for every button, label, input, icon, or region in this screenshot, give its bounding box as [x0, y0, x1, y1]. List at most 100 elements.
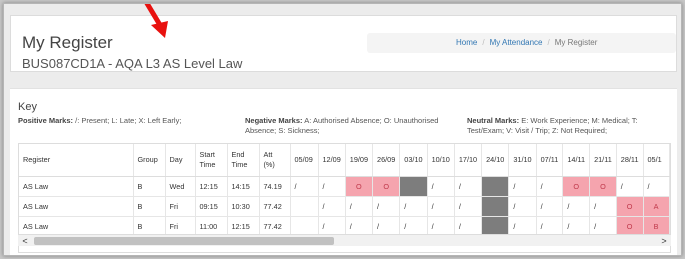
mark-cell: /	[562, 216, 591, 237]
mark-cell: O	[372, 176, 401, 197]
breadcrumb-separator: /	[482, 38, 485, 47]
table-row: AS Law B Wed 12:15 14:15 74.19// O O / / / / O O / /	[19, 176, 670, 197]
mark-cell: /	[427, 216, 455, 237]
mark-cell: /	[427, 196, 455, 217]
register-panel: Key Positive Marks: /: Present; L: Late;…	[10, 88, 677, 255]
col-header: End Time	[227, 144, 260, 177]
mark-cell: /	[616, 176, 644, 197]
mark-cell: O	[345, 176, 374, 197]
start-time-cell: 09:15	[195, 196, 228, 217]
breadcrumb-my-attendance[interactable]: My Attendance	[490, 38, 543, 47]
breadcrumb: Home / My Attendance / My Register	[367, 33, 676, 53]
key-negative-label: Negative Marks:	[245, 116, 303, 125]
date-header: 03/10	[399, 144, 428, 177]
key-positive: Positive Marks: /: Present; L: Late; X: …	[18, 116, 238, 126]
date-header: 07/11	[536, 144, 564, 177]
col-header: Att (%)	[259, 144, 291, 177]
mark-cell-closed	[399, 176, 428, 197]
red-arrow-icon	[144, 4, 168, 38]
date-header: 19/09	[345, 144, 374, 177]
register-table: Register Group Day Start Time End Time A…	[19, 144, 670, 237]
chevron-left-icon[interactable]: <	[18, 235, 32, 247]
mark-cell: /	[589, 196, 617, 217]
attendance-cell: 74.19	[259, 176, 291, 197]
table-row: AS Law B Fri 11:00 12:15 77.42// / / / / / / / / O B	[19, 216, 670, 237]
day-cell: Wed	[165, 176, 196, 197]
mark-cell: O	[616, 196, 644, 217]
end-time-cell: 10:30	[227, 196, 260, 217]
mark-cell: /	[643, 176, 670, 197]
breadcrumb-separator: /	[547, 38, 550, 47]
end-time-cell: 12:15	[227, 216, 260, 237]
mark-cell: /	[536, 176, 564, 197]
mark-cell-closed	[481, 176, 510, 197]
key-positive-text: /: Present; L: Late; X: Left Early;	[75, 116, 182, 125]
mark-cell: /	[345, 196, 374, 217]
table-header-row: Register Group Day Start Time End Time A…	[19, 144, 670, 177]
date-header: 17/10	[454, 144, 483, 177]
end-time-cell: 14:15	[227, 176, 260, 197]
date-header: 05/1	[643, 144, 670, 177]
mark-cell: O	[562, 176, 591, 197]
mark-cell: /	[399, 196, 428, 217]
date-header: 31/10	[508, 144, 537, 177]
mark-cell: A	[643, 196, 670, 217]
mark-cell: /	[536, 216, 564, 237]
mark-cell: /	[399, 216, 428, 237]
key-heading: Key	[18, 101, 37, 113]
chevron-right-icon[interactable]: >	[657, 235, 671, 247]
register-cell: AS Law	[19, 176, 134, 197]
table-row: AS Law B Fri 09:15 10:30 77.42// / / / / / / / / O A	[19, 196, 670, 217]
mark-cell	[290, 196, 319, 217]
mark-cell: /	[454, 216, 483, 237]
mark-cell-closed	[481, 216, 510, 237]
mark-cell	[290, 216, 319, 237]
mark-cell: /	[454, 196, 483, 217]
register-cell: AS Law	[19, 196, 134, 217]
date-header: 28/11	[616, 144, 644, 177]
mark-cell: /	[589, 216, 617, 237]
group-cell: B	[133, 196, 166, 217]
start-time-cell: 12:15	[195, 176, 228, 197]
date-header: 21/11	[589, 144, 617, 177]
key-neutral: Neutral Marks: E: Work Experience; M: Me…	[467, 116, 667, 136]
key-neutral-label: Neutral Marks:	[467, 116, 520, 125]
mark-cell: /	[454, 176, 483, 197]
mark-cell: /	[508, 196, 537, 217]
scrollbar-thumb[interactable]	[34, 237, 334, 245]
date-header: 10/10	[427, 144, 455, 177]
page-title: My Register	[22, 33, 113, 52]
start-time-cell: 11:00	[195, 216, 228, 237]
date-header: 26/09	[372, 144, 401, 177]
mark-cell: /	[508, 176, 537, 197]
date-header: 24/10	[481, 144, 510, 177]
mark-cell: /	[372, 196, 401, 217]
key-negative: Negative Marks: A: Authorised Absence; O…	[245, 116, 450, 136]
col-header: Register	[19, 144, 134, 177]
breadcrumb-home[interactable]: Home	[456, 38, 477, 47]
date-header: 12/09	[318, 144, 346, 177]
mark-cell: /	[318, 176, 346, 197]
col-header: Group	[133, 144, 166, 177]
mark-cell: O	[616, 216, 644, 237]
mark-cell-closed	[481, 196, 510, 217]
date-header: 14/11	[562, 144, 591, 177]
key-positive-label: Positive Marks:	[18, 116, 74, 125]
mark-cell: /	[536, 196, 564, 217]
mark-cell: /	[508, 216, 537, 237]
col-header: Start Time	[195, 144, 228, 177]
mark-cell: /	[562, 196, 591, 217]
mark-cell: /	[427, 176, 455, 197]
mark-cell: /	[318, 196, 346, 217]
mark-cell: /	[318, 216, 346, 237]
page-subtitle: BUS087CD1A - AQA L3 AS Level Law	[22, 56, 243, 71]
attendance-cell: 77.42	[259, 196, 291, 217]
horizontal-scrollbar[interactable]: < >	[18, 234, 671, 246]
browser-frame: My Register BUS087CD1A - AQA L3 AS Level…	[3, 3, 682, 256]
group-cell: B	[133, 216, 166, 237]
mark-cell: /	[372, 216, 401, 237]
attendance-cell: 77.42	[259, 216, 291, 237]
mark-cell: O	[589, 176, 617, 197]
day-cell: Fri	[165, 196, 196, 217]
col-header: Day	[165, 144, 196, 177]
